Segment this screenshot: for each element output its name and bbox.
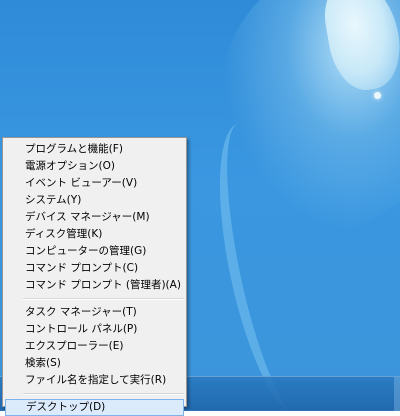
menu-item-explorer[interactable]: エクスプローラー(E) xyxy=(3,338,186,355)
menu-item-control-panel[interactable]: コントロール パネル(P) xyxy=(3,321,186,338)
menu-item-system[interactable]: システム(Y) xyxy=(3,192,186,209)
menu-separator xyxy=(23,298,184,300)
menu-item-desktop[interactable]: デスクトップ(D) xyxy=(5,399,184,416)
menu-item-event-viewer[interactable]: イベント ビューアー(V) xyxy=(3,175,186,192)
menu-item-device-manager[interactable]: デバイス マネージャー(M) xyxy=(3,209,186,226)
menu-separator xyxy=(23,393,184,395)
menu-item-command-prompt[interactable]: コマンド プロンプト(C) xyxy=(3,260,186,277)
menu-item-command-prompt-admin[interactable]: コマンド プロンプト (管理者)(A) xyxy=(3,277,186,294)
menu-item-computer-management[interactable]: コンピューターの管理(G) xyxy=(3,243,186,260)
wallpaper-water-drop xyxy=(374,92,381,99)
menu-item-programs-and-features[interactable]: プログラムと機能(F) xyxy=(3,141,186,158)
menu-item-run[interactable]: ファイル名を指定して実行(R) xyxy=(3,372,186,389)
show-desktop-button[interactable] xyxy=(394,377,400,411)
menu-item-disk-management[interactable]: ディスク管理(K) xyxy=(3,226,186,243)
menu-item-search[interactable]: 検索(S) xyxy=(3,355,186,372)
menu-item-power-options[interactable]: 電源オプション(O) xyxy=(3,158,186,175)
menu-item-task-manager[interactable]: タスク マネージャー(T) xyxy=(3,304,186,321)
winx-context-menu: プログラムと機能(F) 電源オプション(O) イベント ビューアー(V) システ… xyxy=(2,137,187,416)
